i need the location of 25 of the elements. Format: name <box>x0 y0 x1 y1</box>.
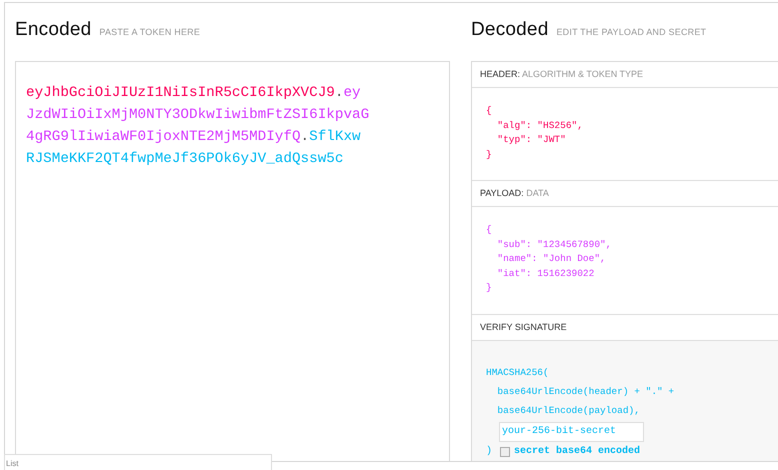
code-line: "alg": "HS256", <box>496 118 584 132</box>
section-header: HEADER: ALGORITHM & TOKEN TYPE <box>472 62 778 88</box>
code-line: { <box>486 104 493 118</box>
code-line: "iat": 1516239022 <box>496 266 596 280</box>
code-line: "name": "John Doe", <box>496 252 607 266</box>
code-line: base64UrlEncode(payload), <box>496 404 641 418</box>
code-line: "sub": "1234567890", <box>496 238 612 252</box>
section-subtitle: EDIT THE PAYLOAD AND SECRET <box>556 27 706 37</box>
checkbox[interactable] <box>500 446 510 456</box>
tooltip: List <box>4 454 272 470</box>
code-line: } <box>486 281 493 295</box>
section-subtitle: PASTE A TOKEN HERE <box>99 27 200 37</box>
section-header: PAYLOAD: DATA <box>472 181 778 207</box>
json-editor[interactable]: { "alg": "HS256", "typ": "JWT" } <box>472 88 778 181</box>
code-line: HMACSHA256( <box>486 366 550 380</box>
section-title: Encoded <box>15 19 92 41</box>
checkbox-label[interactable]: secret base64 encoded <box>514 446 640 457</box>
json-editor[interactable]: { "sub": "1234567890", "name": "John Doe", "iat": 1516239022 } <box>472 207 778 314</box>
code-line: "typ": "JWT" <box>496 133 567 147</box>
code-line: base64UrlEncode(header) + "." + <box>496 384 676 398</box>
code-line: ) <box>486 446 492 457</box>
code-line: { <box>486 223 493 237</box>
code-line: } <box>486 148 493 162</box>
section-title: Decoded <box>471 19 548 41</box>
secret-input[interactable]: your-256-bit-secret <box>499 422 644 442</box>
